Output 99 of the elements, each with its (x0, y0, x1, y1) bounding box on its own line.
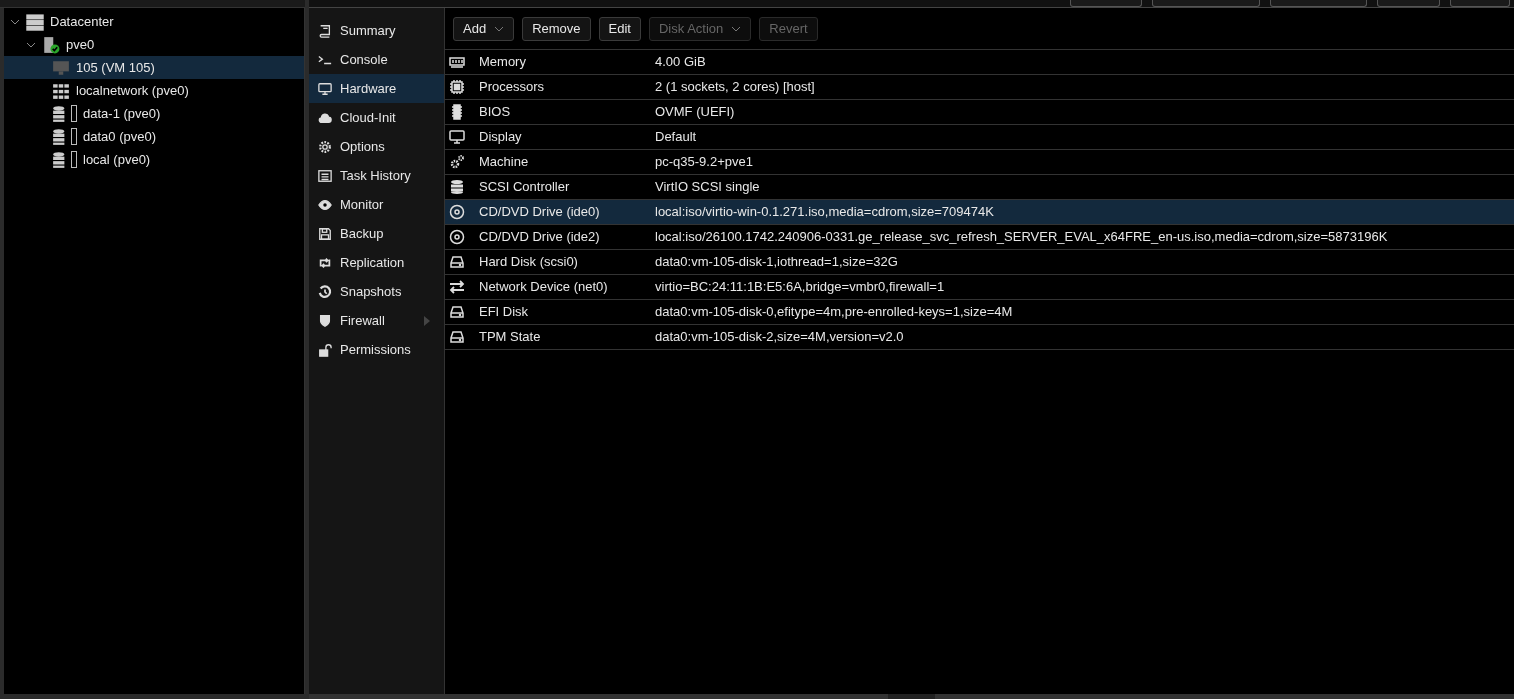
tree-item-label: pve0 (66, 35, 95, 54)
memory-chip-icon (449, 54, 465, 70)
table-row[interactable]: Memory 4.00 GiB (445, 50, 1514, 75)
table-row[interactable]: Processors 2 (1 sockets, 2 cores) [host] (445, 75, 1514, 100)
menu-item[interactable]: Cloud-Init (309, 103, 444, 132)
tree-item-label: data-1 (pve0) (83, 104, 161, 123)
tree-item-label: local (pve0) (83, 150, 151, 169)
table-cell-text: virtio=BC:24:11:1B:E5:6A,bridge=vmbr0,firewall=1 (655, 278, 945, 297)
table-cell-text: Processors (479, 78, 545, 97)
toolbar-button[interactable]: Remove (522, 16, 591, 41)
arrows-loop-icon (318, 255, 332, 270)
menu-item[interactable]: Hardware (309, 74, 444, 103)
table-cell-text: Default (655, 128, 697, 147)
header-button[interactable] (1070, 0, 1142, 7)
menu-item[interactable]: Summary (309, 16, 444, 45)
tree-item[interactable]: Datacenter (4, 10, 304, 33)
list-icon (318, 168, 332, 183)
book-icon (318, 23, 332, 38)
table-cell-text: Network Device (net0) (479, 278, 608, 297)
disc-icon (449, 229, 465, 245)
unlocked-padlock-icon (318, 342, 332, 357)
table-cell-text: local:iso/26100.1742.240906-0331.ge_release_svc_refresh_SERVER_EVAL_x64FRE_en-us.iso,media=cdrom,size=5873196K (655, 228, 1388, 247)
cloud-icon (318, 110, 332, 125)
menu-item[interactable]: Snapshots (309, 277, 444, 306)
table-cell-text: Machine (479, 153, 529, 172)
hard-drive-icon (449, 329, 465, 345)
table-row[interactable]: CD/DVD Drive (ide2) local:iso/26100.1742.240906-0331.ge_release_svc_refresh_SERVER_EVAL_x64FRE_en-us.iso,media=cdrom,size=5873196K (445, 225, 1514, 250)
device-outline-icon (71, 151, 77, 168)
tree-item[interactable]: local (pve0) (4, 148, 304, 171)
table-cell-text: pc-q35-9.2+pve1 (655, 153, 753, 172)
tree-item[interactable]: pve0 (4, 33, 304, 56)
table-cell-text: data0:vm-105-disk-2,size=4M,version=v2.0 (655, 328, 904, 347)
table-cell-text: 4.00 GiB (655, 53, 706, 72)
arrows-exchange-icon (449, 279, 465, 295)
table-row[interactable]: BIOS OVMF (UEFI) (445, 100, 1514, 125)
table-row[interactable]: Display Default (445, 125, 1514, 150)
splitter-handle[interactable] (888, 694, 935, 699)
header-button[interactable] (1152, 0, 1260, 7)
table-cell-text: EFI Disk (479, 303, 529, 322)
chip-icon (449, 104, 465, 120)
table-cell-text: data0:vm-105-disk-1,iothread=1,size=32G (655, 253, 898, 272)
hard-drive-icon (449, 254, 465, 270)
tree-item[interactable]: localnetwork (pve0) (4, 79, 304, 102)
table-cell-text: OVMF (UEFI) (655, 103, 735, 122)
tree-item[interactable]: 105 (VM 105) (4, 56, 304, 79)
table-row[interactable]: Machine pc-q35-9.2+pve1 (445, 150, 1514, 175)
menu-item[interactable]: Backup (309, 219, 444, 248)
table-cell-text: data0:vm-105-disk-0,efitype=4m,pre-enrolled-keys=1,size=4M (655, 303, 1013, 322)
processor-icon (449, 79, 465, 95)
menu-item[interactable]: Permissions (309, 335, 444, 364)
server-stack-icon (26, 12, 44, 31)
eye-icon (318, 197, 332, 212)
table-cell-text: 2 (1 sockets, 2 cores) [host] (655, 78, 815, 97)
table-cell-text: TPM State (479, 328, 541, 347)
table-cell-text: CD/DVD Drive (ide2) (479, 228, 600, 247)
menu-item[interactable]: Options (309, 132, 444, 161)
menu-item[interactable]: Firewall (309, 306, 444, 335)
menu-item[interactable]: Monitor (309, 190, 444, 219)
toolbar-button[interactable]: Add (453, 16, 515, 41)
table-row[interactable]: CD/DVD Drive (ide0) local:iso/virtio-win-0.1.271.iso,media=cdrom,size=709474K (445, 200, 1514, 225)
database-icon (449, 179, 465, 195)
tree-item-label: data0 (pve0) (83, 127, 156, 146)
header-button[interactable] (1270, 0, 1367, 7)
tree-item-label: localnetwork (pve0) (76, 81, 189, 100)
server-with-check-icon (42, 35, 60, 54)
device-outline-icon (71, 105, 77, 122)
tree-item[interactable]: data0 (pve0) (4, 125, 304, 148)
table-cell-text: SCSI Controller (479, 178, 570, 197)
monitor-icon (449, 129, 465, 145)
table-cell-text: CD/DVD Drive (ide0) (479, 203, 600, 222)
table-cell-text: Hard Disk (scsi0) (479, 253, 578, 272)
header-button[interactable] (1450, 0, 1510, 7)
table-cell-text: BIOS (479, 103, 511, 122)
table-row[interactable]: Network Device (net0) virtio=BC:24:11:1B:E5:6A,bridge=vmbr0,firewall=1 (445, 275, 1514, 300)
shield-icon (318, 313, 332, 328)
tree-item-label: 105 (VM 105) (76, 58, 155, 77)
tree-item[interactable]: data-1 (pve0) (4, 102, 304, 125)
gear-icon (318, 139, 332, 154)
table-row[interactable]: EFI Disk data0:vm-105-disk-0,efitype=4m,pre-enrolled-keys=1,size=4M (445, 300, 1514, 325)
table-cell-text: Display (479, 128, 522, 147)
gears-icon (449, 154, 465, 170)
disc-icon (449, 204, 465, 220)
header-button[interactable] (1377, 0, 1440, 7)
menu-item[interactable]: Task History (309, 161, 444, 190)
table-cell-text: local:iso/virtio-win-0.1.271.iso,media=cdrom,size=709474K (655, 203, 994, 222)
toolbar-button[interactable]: Edit (598, 16, 641, 41)
table-cell-text: VirtIO SCSI single (655, 178, 760, 197)
table-cell-text: Memory (479, 53, 526, 72)
device-outline-icon (71, 128, 77, 145)
menu-item[interactable]: Replication (309, 248, 444, 277)
menu-item[interactable]: Console (309, 45, 444, 74)
hard-drive-icon (449, 304, 465, 320)
monitor-icon (52, 58, 70, 77)
expand-arrow-icon (424, 315, 430, 326)
table-row[interactable]: Hard Disk (scsi0) data0:vm-105-disk-1,iothread=1,size=32G (445, 250, 1514, 275)
grid-icon (52, 81, 70, 100)
table-row[interactable]: TPM State data0:vm-105-disk-2,size=4M,version=v2.0 (445, 325, 1514, 350)
monitor-icon (318, 81, 332, 96)
tree-item-label: Datacenter (50, 12, 114, 31)
